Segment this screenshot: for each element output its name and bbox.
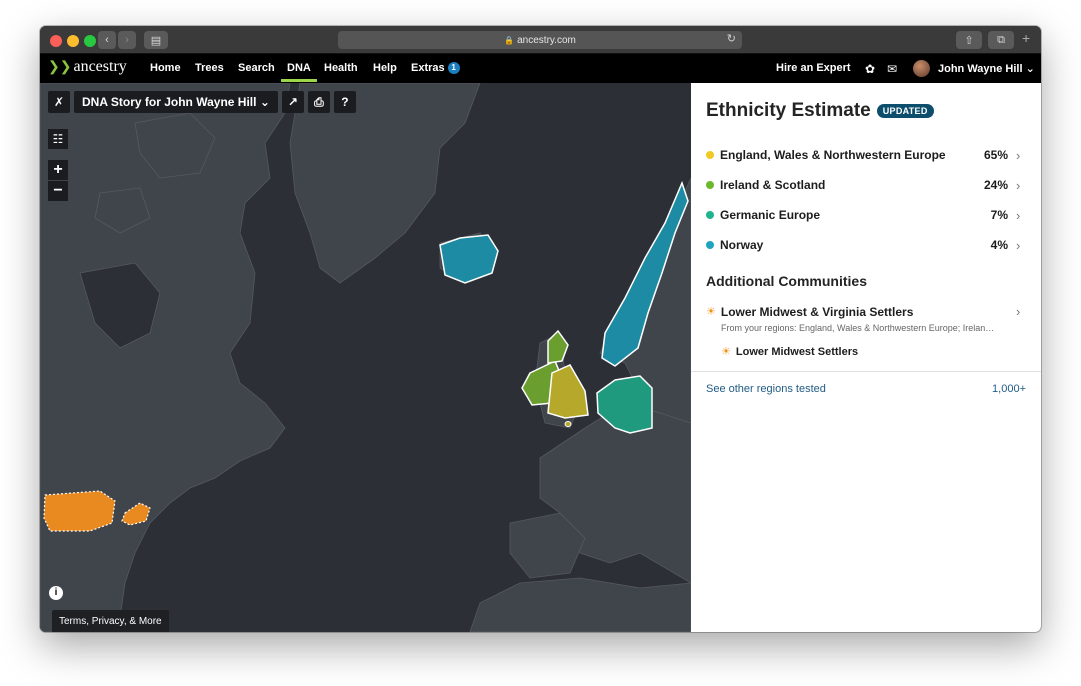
norway-dot-icon [706,241,714,249]
settlers-region [43,490,116,532]
community-lower-midwest[interactable]: ☀ Lower Midwest Settlers [721,345,1011,359]
england-region [547,364,589,419]
other-regions-row[interactable]: See other regions tested 1,000+ [706,383,1026,395]
ancestry-logo[interactable]: ❯❯ ancestry [48,58,127,76]
chevron-right-icon: › [1016,304,1021,319]
england-dot-icon [706,151,714,159]
community-settlers[interactable]: ☀ Lower Midwest & Virginia Settlers › [706,304,1026,319]
other-regions-count: 1,000+ [992,383,1026,395]
minimize-window-button[interactable] [67,35,79,47]
nav-search[interactable]: Search [238,62,275,74]
hire-expert-link[interactable]: Hire an Expert [776,62,851,74]
reload-icon[interactable]: ↻ [727,32,736,45]
address-bar[interactable]: 🔒 ancestry.com ↻ [338,31,742,49]
iceland-region [439,234,499,284]
story-toolbar: ✗ DNA Story for John Wayne Hill ⌄ ↗ ⎙ ? [48,91,360,113]
community-sun-icon: ☀ [706,306,716,318]
zoom-window-button[interactable] [84,35,96,47]
nav-help[interactable]: Help [373,62,397,74]
africa-land [469,577,691,632]
tree-view-icon[interactable]: ☷ [48,129,68,149]
tabs-button[interactable]: ⧉ [988,31,1014,49]
nav-extras[interactable]: Extras 1 [411,62,460,74]
leaf-hint-icon[interactable]: ✿ [865,62,875,76]
help-icon[interactable]: ? [333,91,356,113]
chevron-right-icon: › [125,34,129,46]
sidebar-icon: ▤ [150,34,162,47]
leaf-icon: ❯❯ [48,59,72,75]
panel-title: Ethnicity Estimate UPDATED [706,100,934,122]
share-button[interactable]: ⇧ [956,31,982,49]
info-icon[interactable]: i [49,586,63,600]
dna-icon[interactable]: ✗ [48,91,70,113]
community-sun-icon: ☀ [721,346,731,358]
nav-health[interactable]: Health [324,62,358,74]
avatar[interactable] [913,60,930,77]
user-menu[interactable]: John Wayne Hill ⌄ [938,62,1035,75]
divider [691,371,1041,372]
mail-icon[interactable]: ✉ [887,62,897,76]
nav-dna[interactable]: DNA [287,62,311,74]
site-nav: ❯❯ ancestry Home Trees Search DNA Health… [40,54,1041,83]
title-bar: ‹ › ▤ 🔒 ancestry.com ↻ ⇧ ⧉ + [40,26,1041,54]
ethnicity-map[interactable]: ✗ DNA Story for John Wayne Hill ⌄ ↗ ⎙ ? … [40,83,691,632]
ireland-dot-icon [706,181,714,189]
terms-link[interactable]: Terms, Privacy, & More [52,610,169,632]
active-tab-indicator [281,79,317,82]
nav-home[interactable]: Home [150,62,181,74]
chevron-down-icon: ⌄ [1025,63,1035,75]
chevron-right-icon: › [1016,207,1021,223]
updated-badge: UPDATED [876,104,934,118]
browser-window: ‹ › ▤ 🔒 ancestry.com ↻ ⇧ ⧉ + ❯❯ ancestry… [40,26,1041,632]
print-icon[interactable]: ⎙ [307,91,330,113]
new-tab-button[interactable]: + [1022,30,1030,46]
share-icon[interactable]: ↗ [281,91,304,113]
sidebar-toggle-button[interactable]: ▤ [144,31,168,49]
community-subtitle: From your regions: England, Wales & Nort… [721,323,995,333]
chevron-left-icon: ‹ [105,34,109,46]
back-button[interactable]: ‹ [98,31,116,49]
extras-badge: 1 [447,62,460,74]
channel-island-region [564,421,572,427]
lock-icon: 🔒 [504,35,515,45]
nav-trees[interactable]: Trees [195,62,224,74]
chevron-down-icon: ⌄ [259,95,270,109]
ethnicity-row-ireland[interactable]: Ireland & Scotland 24% › [706,175,1026,195]
ethnicity-row-germanic[interactable]: Germanic Europe 7% › [706,205,1026,225]
scotland-region [547,329,569,364]
forward-button[interactable]: › [118,31,136,49]
communities-title: Additional Communities [706,273,867,289]
zoom-out-button[interactable]: − [48,181,68,201]
chevron-right-icon: › [1016,147,1021,163]
chevron-right-icon: › [1016,237,1021,253]
ethnicity-row-england[interactable]: England, Wales & Northwestern Europe 65%… [706,145,1026,165]
share-icon: ⇧ [964,34,974,47]
other-regions-link[interactable]: See other regions tested [706,383,826,395]
zoom-in-button[interactable]: + [48,160,68,180]
ethnicity-panel: Ethnicity Estimate UPDATED England, Wale… [691,83,1041,632]
chevron-right-icon: › [1016,177,1021,193]
url-text: ancestry.com [517,34,576,46]
dna-story-dropdown[interactable]: DNA Story for John Wayne Hill ⌄ [74,91,278,113]
close-window-button[interactable] [50,35,62,47]
map-canvas [40,83,691,632]
ethnicity-row-norway[interactable]: Norway 4% › [706,235,1026,255]
germanic-dot-icon [706,211,714,219]
tabs-icon: ⧉ [997,33,1005,46]
